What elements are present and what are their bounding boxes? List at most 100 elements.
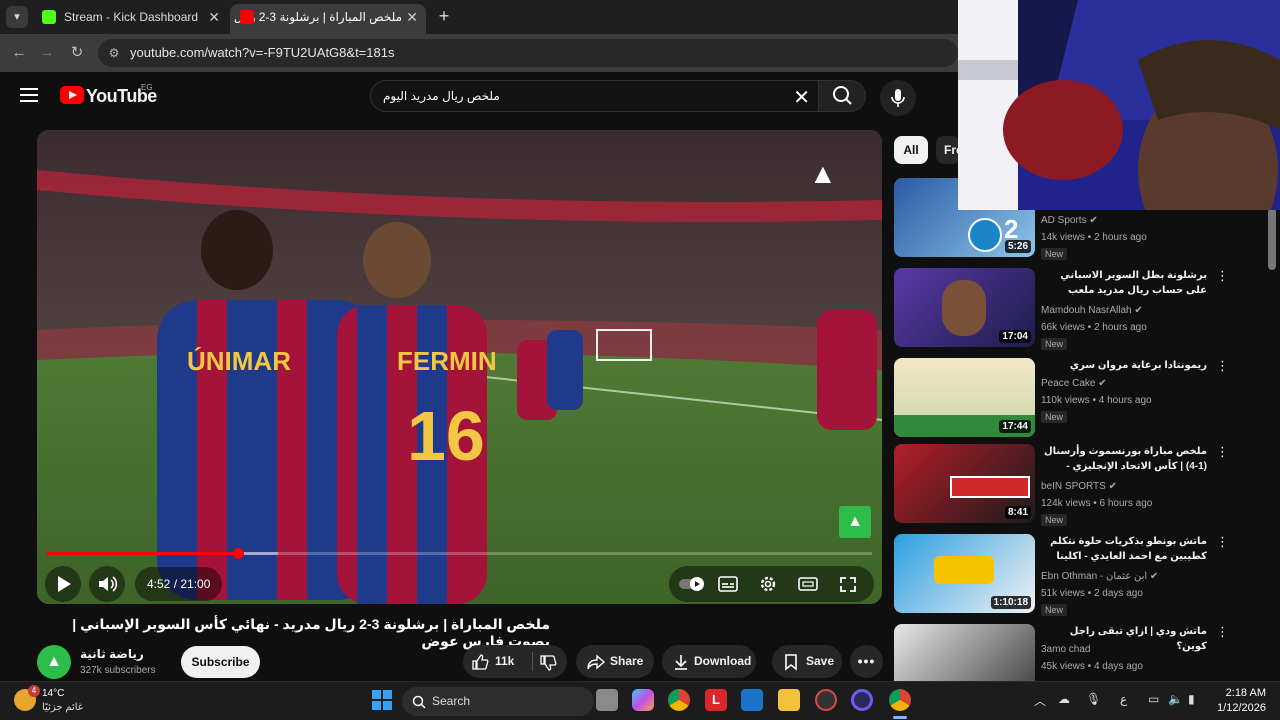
video-thumbnail[interactable]: 17:44: [894, 358, 1035, 437]
more-vertical-icon[interactable]: ⋮: [1216, 268, 1229, 284]
play-button[interactable]: [45, 566, 81, 602]
recommendation-item[interactable]: 1:10:18 ماتش بونطو بذكريات حلوة نتكلم كط…: [894, 534, 1274, 616]
like-button[interactable]: 11k: [463, 645, 529, 678]
save-button[interactable]: Save: [772, 645, 842, 678]
voice-search-button[interactable]: [880, 80, 916, 116]
subtitles-icon[interactable]: [717, 574, 739, 594]
volume-icon[interactable]: 🔈: [1168, 692, 1183, 706]
app-red-dot-icon[interactable]: [815, 689, 837, 711]
windows-start-icon[interactable]: [371, 689, 393, 711]
clock-time[interactable]: 2:18 AM: [1216, 687, 1266, 699]
fullscreen-icon[interactable]: [837, 574, 859, 594]
more-vertical-icon[interactable]: ⋮: [1216, 534, 1229, 550]
copilot-icon[interactable]: [632, 689, 654, 711]
channel-name: beIN SPORTS: [1041, 481, 1106, 492]
recommendation-meta: 14k views • 2 hours ago: [1041, 232, 1147, 243]
theater-mode-icon[interactable]: [797, 574, 819, 594]
video-thumbnail[interactable]: 17:04: [894, 268, 1035, 347]
microsoft-store-icon[interactable]: [741, 689, 763, 711]
more-actions-button[interactable]: •••: [850, 645, 883, 678]
network-icon[interactable]: ▭: [1148, 692, 1159, 706]
close-tab-icon[interactable]: ✕: [208, 4, 220, 30]
video-thumbnail[interactable]: 8:41: [894, 444, 1035, 523]
recommendation-meta: 110k views • 4 hours ago: [1041, 395, 1152, 406]
recommendation-title[interactable]: ماتش بونطو بذكريات حلوة نتكلم كطيبين مع …: [1041, 534, 1207, 564]
tab-kick-dashboard[interactable]: Stream - Kick Dashboard ✕: [32, 4, 228, 34]
video-thumbnail[interactable]: [894, 624, 1035, 681]
chrome-active-icon[interactable]: [889, 689, 911, 711]
address-bar[interactable]: ⚙ youtube.com/watch?v=-F9TU2UAtG8&t=181s: [98, 39, 958, 67]
file-explorer-icon[interactable]: [778, 689, 800, 711]
taskbar-search[interactable]: Search: [402, 687, 594, 716]
clear-search-icon[interactable]: ✕: [793, 85, 810, 110]
volume-icon: [99, 576, 118, 592]
app-purple-ring-icon[interactable]: [851, 689, 873, 711]
app-l-icon[interactable]: L: [705, 689, 727, 711]
channel-name[interactable]: رياضة ثانية: [80, 647, 144, 661]
verified-icon: ✔: [1089, 215, 1098, 226]
more-vertical-icon[interactable]: ⋮: [1216, 444, 1229, 460]
volume-button[interactable]: [89, 566, 125, 602]
youtube-favicon-icon: [240, 10, 254, 24]
recommendation-channel[interactable]: Peace Cake ✔: [1041, 378, 1107, 389]
menu-icon[interactable]: [20, 88, 38, 102]
chip-from[interactable]: Fro: [936, 136, 960, 164]
tab-youtube-video[interactable]: ملخص المباراة | برشلونة 3-2 ريال ✕: [230, 4, 426, 34]
recommendation-title[interactable]: برشلونة بطل السوبر الاسباني على حساب ريا…: [1041, 268, 1207, 298]
subscribe-button[interactable]: Subscribe: [181, 646, 260, 678]
back-button[interactable]: ←: [8, 42, 30, 64]
download-button[interactable]: Download: [662, 645, 756, 678]
microphone-icon[interactable]: 🎙: [1086, 692, 1101, 706]
sidebar-scrollbar[interactable]: [1268, 208, 1276, 270]
recommendation-channel[interactable]: beIN SPORTS ✔: [1041, 481, 1117, 492]
channel-branding-icon[interactable]: ▲: [839, 506, 871, 538]
more-vertical-icon[interactable]: ⋮: [1216, 624, 1229, 640]
video-player[interactable]: FERMIN 16 ÚNIMAR ▲ ▲ 4:52 / 21:00: [37, 130, 882, 604]
autoplay-toggle-icon[interactable]: [677, 574, 705, 594]
reload-button[interactable]: ↻: [66, 42, 88, 64]
share-button[interactable]: Share: [576, 645, 654, 678]
recommendation-item[interactable]: 17:04 برشلونة بطل السوبر الاسباني على حس…: [894, 268, 1274, 350]
close-tab-icon[interactable]: ✕: [406, 4, 418, 30]
chip-all[interactable]: All: [894, 136, 928, 164]
search-button[interactable]: [818, 80, 866, 112]
temperature[interactable]: 14°C: [42, 688, 64, 699]
youtube-logo-icon[interactable]: [60, 86, 84, 104]
recommendation-channel[interactable]: 3amo chad: [1041, 644, 1090, 655]
more-vertical-icon[interactable]: ⋮: [1216, 358, 1229, 374]
play-icon: [58, 576, 71, 592]
input-language[interactable]: ع: [1120, 692, 1127, 706]
recommendation-title[interactable]: ريمونتادا برعاية مروان سري: [1041, 358, 1207, 373]
thumbnail-art: [950, 476, 1030, 498]
forward-button[interactable]: →: [36, 42, 58, 64]
show-hidden-icons-icon[interactable]: ︿: [1034, 692, 1046, 709]
recommendation-channel[interactable]: Ebn Othman - ابن عثمان ✔: [1041, 571, 1158, 582]
channel-name: 3amo chad: [1041, 644, 1091, 655]
settings-gear-icon[interactable]: [757, 574, 779, 594]
dislike-button[interactable]: [535, 645, 567, 678]
thumbnail-art: [942, 280, 986, 336]
tab-search-button[interactable]: ▾: [6, 6, 28, 28]
clock-date[interactable]: 1/12/2026: [1206, 702, 1266, 714]
cloud-icon[interactable]: ☁: [1058, 692, 1070, 706]
battery-icon[interactable]: ▮: [1188, 692, 1195, 706]
share-label: Share: [610, 654, 644, 668]
recommendation-item[interactable]: 17:44 ريمونتادا برعاية مروان سري Peace C…: [894, 358, 1274, 440]
recommendation-channel[interactable]: AD Sports ✔: [1041, 215, 1098, 226]
search-input[interactable]: ملخص ريال مدريد اليوم ✕: [370, 80, 818, 112]
url-text[interactable]: youtube.com/watch?v=-F9TU2UAtG8&t=181s: [130, 45, 394, 60]
weather-description[interactable]: غائم جزئيًا: [42, 702, 83, 713]
windows-taskbar: 4 14°C غائم جزئيًا Search L ︿ ☁ 🎙 ع ▭ 🔈 …: [0, 681, 1280, 720]
recommendation-item[interactable]: 8:41 ملخص مباراة بورنسموث وأرسنال (1-4) …: [894, 444, 1274, 526]
progress-bar[interactable]: [47, 548, 872, 559]
chrome-icon[interactable]: [668, 689, 690, 711]
new-tab-button[interactable]: +: [434, 6, 454, 26]
task-view-icon[interactable]: [596, 689, 618, 711]
video-thumbnail[interactable]: 1:10:18: [894, 534, 1035, 613]
site-info-icon[interactable]: ⚙: [106, 45, 122, 61]
recommendation-channel[interactable]: Mamdouh NasrAllah ✔: [1041, 305, 1143, 316]
search-query[interactable]: ملخص ريال مدريد اليوم: [383, 89, 500, 103]
channel-avatar[interactable]: ▲: [37, 645, 71, 679]
recommendation-item[interactable]: ماتش ودي | ازاي تبقى راجل كوين؟ 3amo cha…: [894, 624, 1274, 681]
recommendation-title[interactable]: ملخص مباراة بورنسموث وأرسنال (1-4) | كأس…: [1041, 444, 1207, 474]
